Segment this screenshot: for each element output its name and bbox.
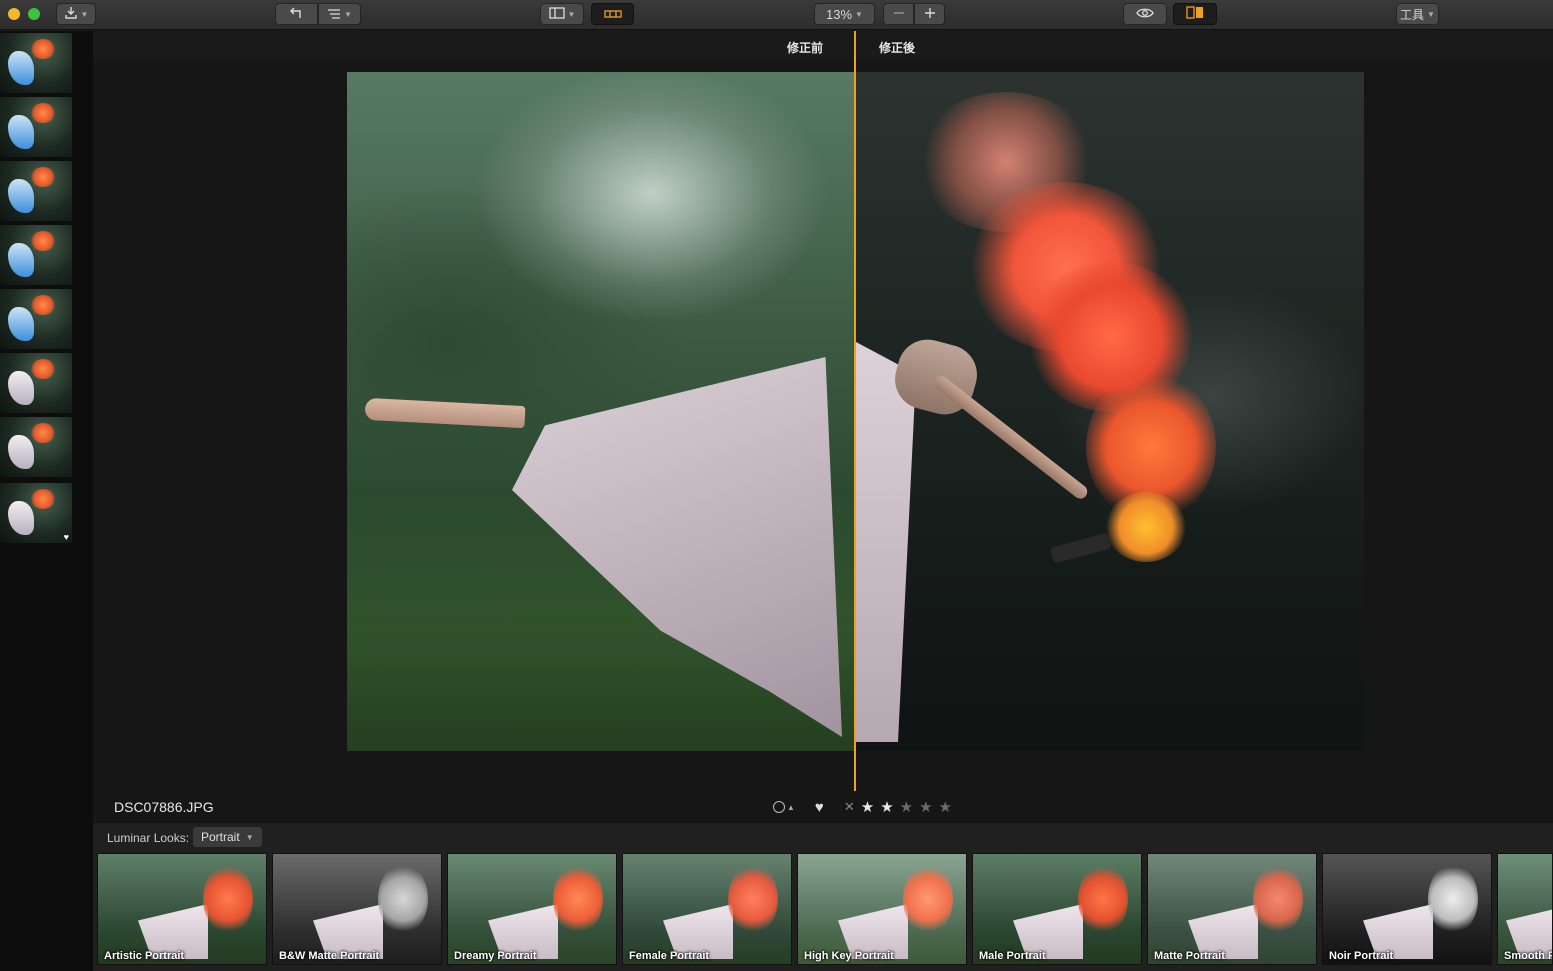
filmstrip-icon — [603, 7, 622, 22]
filmstrip-thumbnail[interactable] — [0, 353, 72, 413]
filename: DSC07886.JPG — [114, 799, 214, 815]
star-4[interactable]: ★ — [919, 798, 932, 816]
chevron-up-icon[interactable]: ▲ — [787, 803, 795, 812]
filmstrip-thumbnail[interactable] — [0, 161, 72, 221]
history-button[interactable]: ▼ — [318, 3, 361, 25]
undo-button[interactable] — [275, 3, 318, 25]
filmstrip: ♥ — [0, 31, 93, 971]
star-3[interactable]: ★ — [900, 798, 913, 816]
image-viewer: 修正前 修正後 — [93, 31, 1553, 821]
zoom-select[interactable]: 13% ▼ — [814, 3, 875, 25]
compare-split-handle[interactable] — [854, 31, 856, 791]
star-1[interactable]: ★ — [861, 798, 874, 816]
export-button[interactable]: ▼ — [56, 3, 96, 25]
look-preset[interactable]: B&W Matte Portrait — [272, 853, 442, 965]
filmstrip-thumbnail[interactable] — [0, 33, 72, 93]
rating-controls: ▲ ♥ ✕ ★ ★ ★ ★ ★ — [773, 796, 952, 818]
look-preset[interactable]: Smooth P — [1497, 853, 1553, 965]
layout-button[interactable]: ▼ — [540, 3, 584, 25]
look-preset[interactable]: Artistic Portrait — [97, 853, 267, 965]
look-name: Dreamy Portrait — [454, 950, 537, 962]
filmstrip-thumbnail[interactable] — [0, 289, 72, 349]
tools-menu-button[interactable]: 工具 ▼ — [1396, 3, 1439, 25]
tools-label: 工具 — [1400, 7, 1425, 22]
window-minimize-light[interactable] — [8, 8, 20, 20]
compare-icon — [1186, 6, 1204, 22]
preview-button[interactable] — [1123, 3, 1167, 25]
chevron-down-icon: ▼ — [1427, 9, 1435, 19]
look-preset[interactable]: Matte Portrait — [1147, 853, 1317, 965]
reject-icon[interactable]: ✕ — [844, 799, 855, 815]
look-preset[interactable]: Noir Portrait — [1322, 853, 1492, 965]
zoom-out-icon — [893, 7, 905, 22]
luminar-looks-panel: Luminar Looks: Portrait ▼ Artistic Portr… — [93, 823, 1553, 971]
star-5[interactable]: ★ — [939, 798, 952, 816]
looks-label: Luminar Looks: — [107, 831, 190, 845]
look-name: Female Portrait — [629, 950, 710, 962]
filmstrip-thumbnail[interactable] — [0, 225, 72, 285]
export-icon — [64, 6, 78, 22]
filmstrip-thumbnail[interactable] — [0, 97, 72, 157]
after-label: 修正後 — [879, 41, 916, 55]
look-name: Male Portrait — [979, 950, 1046, 962]
chevron-down-icon: ▼ — [855, 9, 863, 19]
undo-icon — [289, 7, 305, 22]
look-preset[interactable]: High Key Portrait — [797, 853, 967, 965]
filmstrip-thumbnail-selected[interactable]: ♥ — [0, 483, 72, 543]
look-name: Noir Portrait — [1329, 950, 1394, 962]
zoom-out-button[interactable] — [883, 3, 914, 25]
looks-category-value: Portrait — [201, 830, 240, 844]
chevron-down-icon: ▼ — [245, 832, 254, 842]
looks-category-select[interactable]: Portrait ▼ — [193, 827, 262, 847]
chevron-down-icon: ▼ — [567, 9, 576, 19]
zoom-in-button[interactable] — [914, 3, 945, 25]
color-label-icon[interactable] — [773, 801, 785, 813]
look-preset[interactable]: Female Portrait — [622, 853, 792, 965]
look-preset[interactable]: Male Portrait — [972, 853, 1142, 965]
window-zoom-light[interactable] — [28, 8, 40, 20]
favorite-heart-icon: ♥ — [63, 532, 69, 542]
before-label: 修正前 — [787, 41, 824, 55]
history-group: ▼ — [275, 3, 361, 25]
look-name: High Key Portrait — [804, 950, 894, 962]
favorite-icon[interactable]: ♥ — [815, 799, 824, 816]
chevron-down-icon: ▼ — [344, 9, 352, 19]
compare-header: 修正前 修正後 — [93, 31, 1553, 61]
look-name: Matte Portrait — [1154, 950, 1225, 962]
layout-icon — [548, 6, 565, 22]
zoom-group — [883, 3, 945, 25]
filmstrip-thumbnail[interactable] — [0, 417, 72, 477]
before-image — [347, 72, 855, 751]
zoom-in-icon — [924, 7, 936, 22]
look-name: B&W Matte Portrait — [279, 950, 380, 962]
after-image — [856, 72, 1364, 751]
filmstrip-toggle-button[interactable] — [591, 3, 634, 25]
image-info-bar: DSC07886.JPG ▲ ♥ ✕ ★ ★ ★ ★ ★ — [93, 791, 1553, 823]
look-name: Smooth P — [1504, 950, 1553, 962]
zoom-value: 13% — [826, 6, 853, 22]
look-name: Artistic Portrait — [104, 950, 185, 962]
toolbar: ▼ ▼ ▼ 13% ▼ 工具 ▼ — [0, 0, 1553, 30]
look-preset[interactable]: Dreamy Portrait — [447, 853, 617, 965]
history-icon — [327, 7, 341, 22]
compare-button[interactable] — [1173, 3, 1217, 25]
preview-eye-icon — [1136, 7, 1154, 22]
chevron-down-icon: ▼ — [80, 9, 89, 19]
star-2[interactable]: ★ — [880, 798, 893, 816]
